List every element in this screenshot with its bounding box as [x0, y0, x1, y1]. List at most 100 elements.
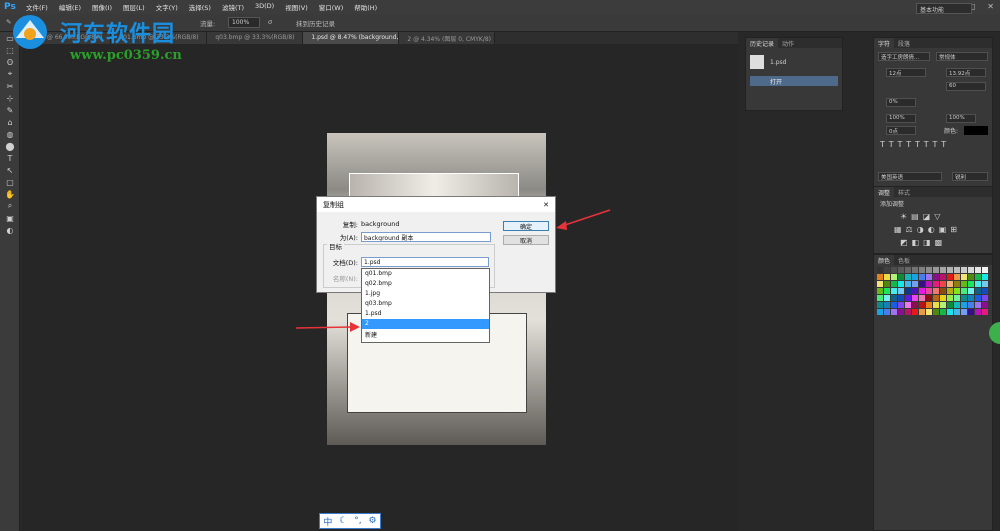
swatch[interactable]: [877, 295, 883, 301]
swatch[interactable]: [968, 295, 974, 301]
swatch[interactable]: [891, 274, 897, 280]
swatch[interactable]: [877, 274, 883, 280]
menu-item[interactable]: 滤镜(T): [222, 2, 244, 12]
tool-icon[interactable]: ⌂: [0, 116, 20, 128]
adjust-icons-row3[interactable]: ◩◧◨▩: [874, 236, 992, 249]
swatch[interactable]: [940, 295, 946, 301]
swatch[interactable]: [905, 295, 911, 301]
swatch[interactable]: [982, 309, 988, 315]
swatch[interactable]: [926, 309, 932, 315]
swatch[interactable]: [947, 281, 953, 287]
swatch[interactable]: [912, 302, 918, 308]
panel-tab[interactable]: 动作: [778, 38, 798, 48]
tool-icon[interactable]: ✂: [0, 80, 20, 92]
swatch[interactable]: [982, 288, 988, 294]
baseline-input[interactable]: 0点: [886, 126, 916, 135]
swatch[interactable]: [982, 302, 988, 308]
panel-tab[interactable]: 段落: [894, 38, 914, 48]
swatch[interactable]: [919, 295, 925, 301]
swatch[interactable]: [961, 309, 967, 315]
adjust-icons-row2[interactable]: ▦⚖◑◐▣⊞: [874, 223, 992, 236]
text-style-buttons[interactable]: TTTTTTTT: [880, 140, 950, 149]
tracking-input[interactable]: 60: [946, 82, 986, 91]
swatch[interactable]: [884, 288, 890, 294]
swatch[interactable]: [975, 295, 981, 301]
menu-item[interactable]: 窗口(W): [319, 2, 344, 12]
swatch[interactable]: [982, 267, 988, 273]
swatch[interactable]: [975, 288, 981, 294]
swatch[interactable]: [884, 274, 890, 280]
swatch[interactable]: [968, 288, 974, 294]
swatch[interactable]: [933, 288, 939, 294]
swatch[interactable]: [926, 267, 932, 273]
swatch[interactable]: [940, 302, 946, 308]
gear-icon[interactable]: ⚙: [368, 516, 376, 526]
font-style-select[interactable]: 常规体: [936, 52, 988, 61]
swatch[interactable]: [926, 274, 932, 280]
swatch[interactable]: [891, 281, 897, 287]
tool-icon[interactable]: ◐: [0, 224, 20, 236]
swatch[interactable]: [898, 295, 904, 301]
leading-input[interactable]: 13.92点: [946, 68, 986, 77]
document-tab[interactable]: 2 @ 4.34% (图层 0, CMYK/8): [399, 32, 496, 44]
swatch[interactable]: [961, 274, 967, 280]
swatch[interactable]: [947, 302, 953, 308]
swatch[interactable]: [954, 281, 960, 287]
swatch[interactable]: [898, 288, 904, 294]
swatch[interactable]: [982, 274, 988, 280]
swatch[interactable]: [933, 295, 939, 301]
swatch[interactable]: [877, 267, 883, 273]
swatch[interactable]: [898, 267, 904, 273]
swatch[interactable]: [975, 267, 981, 273]
menu-item[interactable]: 图像(I): [92, 2, 112, 12]
swatch[interactable]: [884, 302, 890, 308]
swatch[interactable]: [905, 281, 911, 287]
tool-icon[interactable]: ⌕: [0, 200, 20, 212]
font-size-input[interactable]: 12点: [886, 68, 926, 77]
swatch[interactable]: [954, 295, 960, 301]
swatch[interactable]: [961, 302, 967, 308]
tool-icon[interactable]: ⌖: [0, 68, 20, 80]
swatch[interactable]: [919, 274, 925, 280]
swatch[interactable]: [884, 309, 890, 315]
panel-tab[interactable]: 调整: [874, 187, 895, 197]
swatch-grid[interactable]: [877, 267, 988, 315]
swatch[interactable]: [919, 281, 925, 287]
menu-item[interactable]: 文字(Y): [156, 2, 178, 12]
swatch[interactable]: [891, 267, 897, 273]
swatch[interactable]: [968, 302, 974, 308]
swatch[interactable]: [898, 309, 904, 315]
swatch[interactable]: [968, 274, 974, 280]
antialias-select[interactable]: 锐利: [952, 172, 988, 181]
swatch[interactable]: [933, 309, 939, 315]
swatch[interactable]: [947, 288, 953, 294]
swatch[interactable]: [975, 302, 981, 308]
menu-item[interactable]: 文件(F): [26, 2, 48, 12]
swatch[interactable]: [961, 288, 967, 294]
panel-tab[interactable]: 历史记录: [746, 38, 779, 48]
swatch[interactable]: [968, 309, 974, 315]
swatch[interactable]: [961, 281, 967, 287]
tool-icon[interactable]: ◍: [0, 128, 20, 140]
tool-icon[interactable]: ✎: [0, 104, 20, 116]
swatch[interactable]: [933, 281, 939, 287]
tool-icon[interactable]: ▢: [0, 176, 20, 188]
menu-item[interactable]: 帮助(H): [354, 2, 377, 12]
swatch[interactable]: [905, 274, 911, 280]
swatch[interactable]: [982, 295, 988, 301]
swatch[interactable]: [940, 288, 946, 294]
tool-icon[interactable]: ⊹: [0, 92, 20, 104]
tool-icon[interactable]: ⬤: [0, 140, 20, 152]
menu-item[interactable]: 选择(S): [189, 2, 211, 12]
language-select[interactable]: 美国英语: [878, 172, 942, 181]
swatch[interactable]: [961, 267, 967, 273]
swatch[interactable]: [975, 281, 981, 287]
swatch[interactable]: [933, 274, 939, 280]
panel-tab[interactable]: 颜色: [874, 255, 895, 265]
font-family-select[interactable]: 造字工房朗倩...: [878, 52, 930, 61]
swatch[interactable]: [912, 295, 918, 301]
swatch[interactable]: [905, 302, 911, 308]
punct-icon[interactable]: °,: [354, 516, 361, 526]
swatch[interactable]: [877, 288, 883, 294]
panel-tab[interactable]: 样式: [894, 187, 914, 197]
